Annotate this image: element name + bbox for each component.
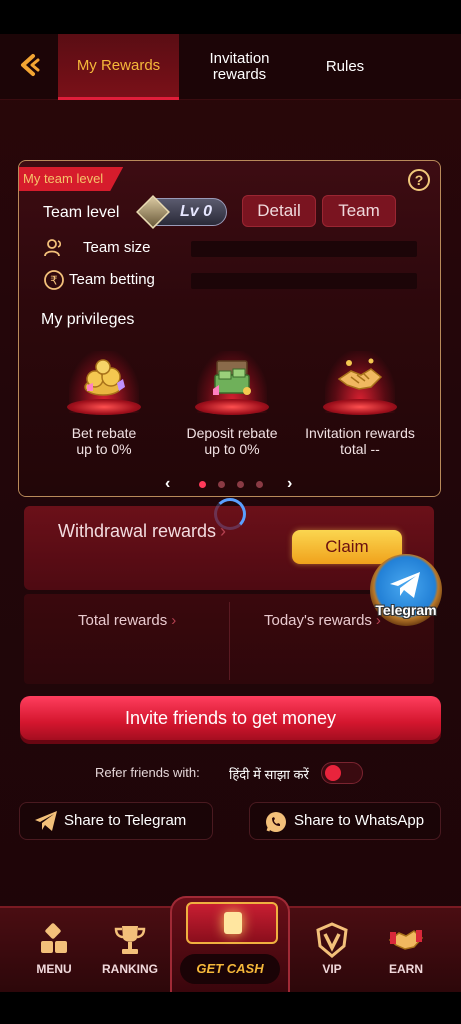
back-arrow-icon-svg	[21, 54, 40, 76]
nav-get-cash-label: GET CASH	[180, 954, 280, 984]
total-rewards-label: Total rewards	[78, 612, 168, 629]
nav-earn[interactable]: EARN	[366, 908, 446, 992]
privileges-title: My privileges	[41, 311, 135, 328]
nav-earn-label: EARN	[388, 962, 423, 976]
share-whatsapp-label: Share to WhatsApp	[294, 812, 425, 829]
svg-text:₹: ₹	[50, 274, 58, 288]
privilege-line1: Deposit rebate	[186, 425, 278, 441]
pager-prev-icon[interactable]: ‹	[165, 475, 170, 493]
pager-dot[interactable]	[199, 481, 206, 488]
telegram-float-label[interactable]: Telegram	[362, 602, 450, 618]
pager-dot[interactable]	[237, 481, 244, 488]
pager-dot[interactable]	[218, 481, 225, 488]
pager-next-icon[interactable]: ›	[287, 475, 292, 493]
tab-my-rewards[interactable]: My Rewards	[58, 34, 179, 100]
nav-get-cash[interactable]: GET CASH	[170, 896, 290, 992]
cash-chest-icon	[209, 357, 255, 399]
share-whatsapp-button[interactable]: Share to WhatsApp	[249, 802, 441, 840]
chevron-right-icon: ›	[171, 612, 177, 629]
withdrawal-rewards-link[interactable]: Withdrawal rewards ›	[58, 521, 226, 542]
privilege-line1: Bet rebate	[71, 425, 137, 441]
privilege-bet-rebate: Bet rebate up to 0%	[39, 351, 169, 461]
level-diamond-icon	[136, 195, 170, 229]
toggle-knob	[325, 765, 341, 781]
privilege-invitation-rewards: Invitation rewards total --	[295, 351, 425, 461]
menu-grid-icon	[36, 922, 72, 958]
nav-menu-label: MENU	[36, 962, 72, 976]
privilege-deposit-rebate: Deposit rebate up to 0%	[167, 351, 297, 461]
refer-label: Refer friends with:	[95, 765, 200, 780]
share-telegram-button[interactable]: Share to Telegram	[19, 802, 213, 840]
privilege-line2: total --	[340, 441, 380, 457]
system-nav-bar	[0, 992, 461, 1024]
help-icon[interactable]: ?	[408, 169, 430, 191]
privilege-line1: Invitation rewards	[305, 425, 415, 441]
withdrawal-rewards-label: Withdrawal rewards	[58, 521, 217, 541]
invite-friends-button[interactable]: Invite friends to get money	[20, 696, 441, 740]
treasure-chest-icon	[186, 902, 278, 944]
hindi-toggle[interactable]	[321, 762, 363, 784]
rupee-icon: ₹	[43, 269, 65, 291]
privilege-text: Bet rebate up to 0%	[39, 425, 169, 457]
vip-shield-icon	[314, 922, 350, 958]
team-betting-bar	[191, 273, 417, 289]
team-betting-label: Team betting	[69, 271, 155, 288]
app-screen: My Rewards Invitation rewards Rules My t…	[0, 34, 461, 992]
tab-rules[interactable]: Rules	[300, 34, 390, 100]
top-header: My Rewards Invitation rewards Rules	[0, 34, 461, 100]
nav-vip[interactable]: VIP	[292, 908, 372, 992]
earn-handshake-icon	[388, 922, 424, 958]
back-arrow-icon[interactable]	[14, 52, 46, 84]
pager-dot[interactable]	[256, 481, 263, 488]
team-size-bar	[191, 241, 417, 257]
loading-spinner-icon	[214, 498, 246, 530]
nav-ranking-label: RANKING	[102, 962, 158, 976]
total-rewards-link[interactable]: Total rewards ›	[78, 612, 176, 629]
refer-row: Refer friends with: हिंदी में साझा करें	[0, 760, 461, 786]
tab-invitation-rewards[interactable]: Invitation rewards	[182, 34, 297, 100]
privilege-line2: up to 0%	[76, 441, 132, 457]
privilege-text: Invitation rewards total --	[295, 425, 425, 457]
people-icon	[43, 237, 65, 259]
coins-gems-icon	[81, 357, 127, 399]
team-size-label: Team size	[83, 239, 151, 256]
chest-glow	[224, 912, 242, 934]
whatsapp-icon	[264, 810, 288, 832]
nav-ranking[interactable]: RANKING	[90, 908, 170, 992]
totals-divider	[229, 602, 230, 680]
team-button[interactable]: Team	[322, 195, 396, 227]
level-badge: Lv 0	[136, 195, 227, 229]
handshake-icon	[337, 357, 383, 399]
privilege-pedestal	[323, 399, 397, 415]
privilege-pedestal	[67, 399, 141, 415]
todays-rewards-label: Today's rewards	[264, 612, 372, 629]
level-badge-text: Lv 0	[180, 203, 213, 220]
telegram-icon	[34, 810, 58, 832]
privilege-text: Deposit rebate up to 0%	[167, 425, 297, 457]
privilege-pedestal	[195, 399, 269, 415]
hindi-share-label: हिंदी में साझा करें	[229, 767, 309, 782]
trophy-icon	[112, 922, 148, 958]
privileges-pager: ‹ ›	[19, 475, 440, 493]
detail-button[interactable]: Detail	[242, 195, 316, 227]
team-level-tag: My team level	[19, 167, 124, 191]
nav-menu[interactable]: MENU	[14, 908, 94, 992]
nav-vip-label: VIP	[322, 962, 342, 976]
share-telegram-label: Share to Telegram	[64, 812, 187, 829]
privilege-line2: up to 0%	[204, 441, 260, 457]
team-level-card: My team level ? Team level Lv 0 Detail T…	[18, 160, 441, 497]
status-bar	[0, 0, 461, 34]
team-level-label: Team level	[43, 204, 120, 221]
